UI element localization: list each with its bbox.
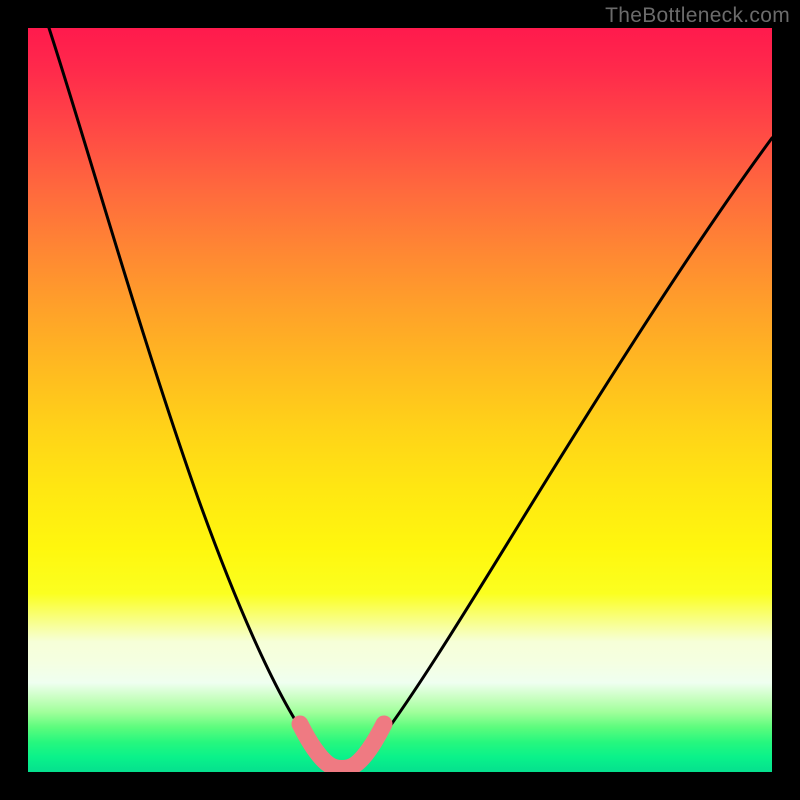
black-curve	[49, 28, 772, 770]
pink-highlight	[300, 724, 384, 769]
plot-area	[28, 28, 772, 772]
watermark-text: TheBottleneck.com	[605, 4, 790, 28]
curve-layer	[28, 28, 772, 772]
chart-stage: TheBottleneck.com	[0, 0, 800, 800]
